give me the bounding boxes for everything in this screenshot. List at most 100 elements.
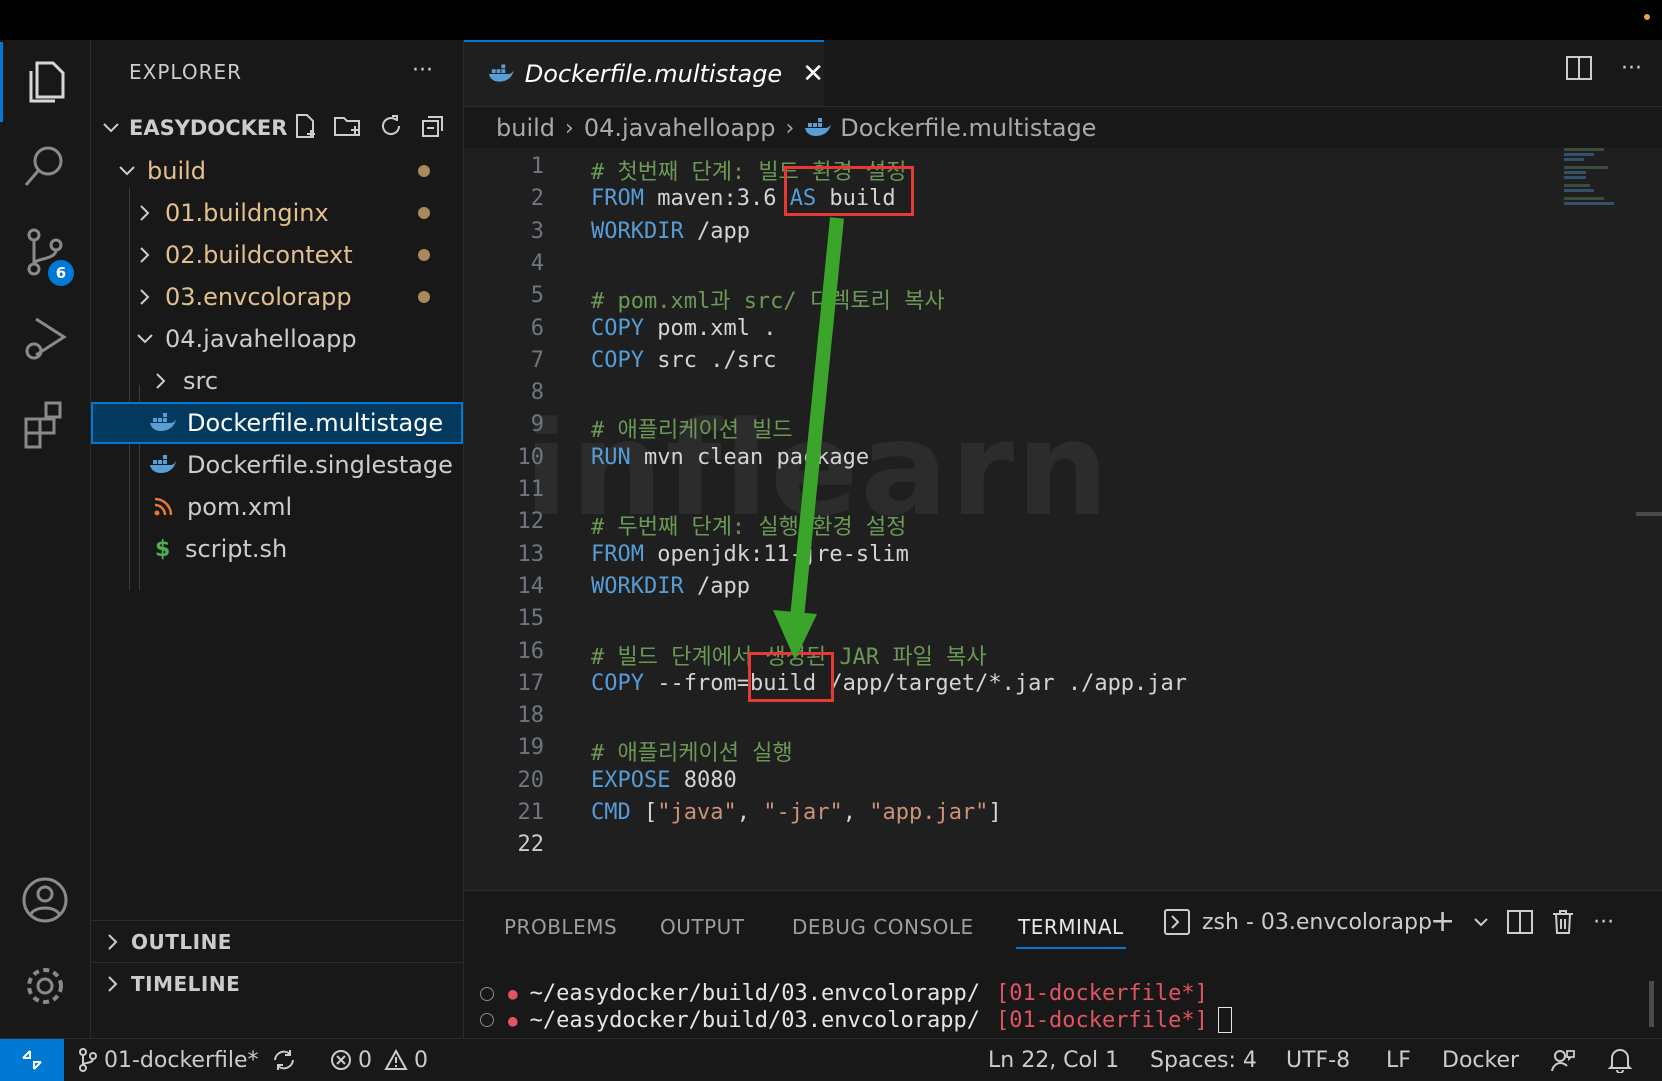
chevron-right-icon [156, 373, 166, 389]
split-editor-icon[interactable] [1565, 54, 1593, 82]
chevron-right-icon [108, 976, 118, 992]
tab-debug-console[interactable]: DEBUG CONSOLE [792, 915, 974, 939]
settings-activity-button[interactable] [0, 946, 90, 1026]
refresh-icon[interactable] [377, 112, 405, 140]
new-terminal-icon[interactable]: + [1430, 907, 1455, 937]
close-icon[interactable]: ✕ [802, 59, 824, 89]
chevron-right-icon [140, 247, 150, 263]
outline-section[interactable]: OUTLINE [91, 920, 463, 963]
tree-folder-01-buildnginx[interactable]: 01.buildnginx [91, 192, 463, 234]
tree-file-script-sh[interactable]: $ script.sh [91, 528, 463, 570]
chevron-down-icon[interactable] [1473, 914, 1489, 930]
tree-folder-03-envcolorapp[interactable]: 03.envcolorapp [91, 276, 463, 318]
tree-label: 02.buildcontext [165, 241, 353, 269]
warning-count: 0 [414, 1047, 428, 1073]
tab-terminal[interactable]: TERMINAL [1018, 915, 1124, 939]
tree-folder-build[interactable]: build [91, 150, 463, 192]
tab-output[interactable]: OUTPUT [660, 915, 745, 939]
terminal-line: ● ~/easydocker/build/03.envcolorapp/ [01… [480, 1007, 1232, 1033]
outline-label: OUTLINE [131, 930, 232, 954]
tree-file-dockerfile-singlestage[interactable]: Dockerfile.singlestage [91, 444, 463, 486]
breadcrumb-item[interactable]: Dockerfile.multistage [840, 114, 1096, 142]
trash-icon[interactable] [1551, 909, 1575, 935]
git-branch-icon [79, 1048, 97, 1072]
encoding[interactable]: UTF-8 [1286, 1039, 1350, 1081]
indentation[interactable]: Spaces: 4 [1150, 1039, 1257, 1081]
apple-icon: ● [508, 984, 518, 1003]
accounts-activity-button[interactable] [0, 860, 90, 940]
feedback-icon [1551, 1050, 1575, 1072]
files-icon [29, 61, 64, 103]
apple-icon: ● [508, 1010, 518, 1030]
more-actions-icon[interactable]: ··· [412, 58, 433, 83]
tree-folder-src[interactable]: src [91, 360, 463, 402]
search-icon [24, 146, 63, 186]
code-editor[interactable]: inflearn 1234567891011121314151617181920… [464, 148, 1662, 890]
docker-icon [150, 455, 176, 473]
tree-file-pom-xml[interactable]: pom.xml [91, 486, 463, 528]
minimap-preview [1564, 148, 1614, 205]
shell-script-icon: $ [155, 536, 171, 562]
source-control-activity-button[interactable]: 6 [0, 212, 90, 292]
tree-folder-04-javahelloapp[interactable]: 04.javahelloapp [91, 318, 463, 360]
tab-problems[interactable]: PROBLEMS [504, 915, 617, 939]
more-actions-icon[interactable]: ··· [1593, 910, 1614, 935]
minimap[interactable] [1544, 148, 1654, 890]
editor-tab-bar: Dockerfile.multistage ✕ ··· [464, 40, 1662, 107]
modified-dot [418, 291, 430, 303]
workspace-root[interactable]: EASYDOCKER [101, 108, 451, 148]
run-debug-icon [25, 317, 67, 360]
notifications-button[interactable] [1608, 1039, 1632, 1081]
search-activity-button[interactable] [0, 126, 90, 206]
split-terminal-icon[interactable] [1507, 909, 1534, 935]
explorer-activity-button[interactable] [0, 42, 90, 122]
tree-label: script.sh [185, 535, 288, 563]
language-mode[interactable]: Docker [1442, 1039, 1519, 1081]
docker-icon [805, 118, 832, 136]
status-bar: 01-dockerfile* 0 0 Ln 22, Col 1 Spaces: … [0, 1038, 1662, 1081]
chevron-down-icon [119, 166, 135, 176]
end-of-line[interactable]: LF [1386, 1039, 1411, 1081]
problems-indicator[interactable]: 0 0 [330, 1039, 428, 1081]
tree-label: build [147, 157, 207, 185]
tree-label: 01.buildnginx [165, 199, 329, 227]
more-actions-icon[interactable]: ··· [1621, 56, 1642, 81]
editor-tab-dockerfile-multistage[interactable]: Dockerfile.multistage ✕ [464, 40, 824, 106]
tree-label: pom.xml [187, 493, 293, 521]
error-icon [331, 1050, 351, 1070]
collapse-all-icon[interactable] [419, 112, 447, 140]
new-folder-icon[interactable] [333, 112, 363, 140]
tree-label: 03.envcolorapp [165, 283, 352, 311]
terminal-path: ~/easydocker/build/03.envcolorapp/ [529, 981, 980, 1006]
chevron-right-icon [140, 205, 150, 221]
breadcrumb-item[interactable]: build [496, 114, 555, 142]
extensions-activity-button[interactable] [0, 384, 90, 464]
notification-dot [1644, 14, 1650, 20]
scrollbar[interactable] [1636, 512, 1662, 516]
timeline-section[interactable]: TIMELINE [91, 962, 463, 1005]
remote-indicator[interactable] [0, 1039, 64, 1081]
sync-icon[interactable] [271, 1048, 297, 1072]
scrollbar[interactable] [1649, 981, 1654, 1027]
terminal-cursor[interactable] [1217, 1007, 1232, 1033]
explorer-title: EXPLORER [129, 60, 242, 84]
tree-file-dockerfile-multistage[interactable]: Dockerfile.multistage [91, 402, 463, 444]
activity-bar: 6 [0, 40, 91, 1038]
terminal-selector[interactable]: zsh - 03.envcolorapp [1164, 909, 1432, 935]
prompt-marker [480, 986, 494, 1001]
modified-dot [418, 249, 430, 261]
new-file-icon[interactable] [291, 112, 319, 140]
breadcrumb: build › 04.javahelloapp › Dockerfile.mul… [496, 108, 1096, 148]
run-debug-activity-button[interactable] [0, 298, 90, 378]
extensions-icon [24, 401, 62, 449]
bell-icon [1608, 1049, 1632, 1073]
terminal-line: ● ~/easydocker/build/03.envcolorapp/ [01… [480, 981, 1208, 1006]
cursor-position[interactable]: Ln 22, Col 1 [988, 1039, 1119, 1081]
chevron-down-icon [137, 334, 153, 344]
branch-indicator[interactable]: 01-dockerfile* [78, 1039, 297, 1081]
terminal-name: zsh - 03.envcolorapp [1202, 909, 1432, 935]
tree-folder-02-buildcontext[interactable]: 02.buildcontext [91, 234, 463, 276]
branch-name: 01-dockerfile* [104, 1047, 259, 1073]
breadcrumb-item[interactable]: 04.javahelloapp [584, 114, 776, 142]
feedback-button[interactable] [1550, 1039, 1576, 1081]
